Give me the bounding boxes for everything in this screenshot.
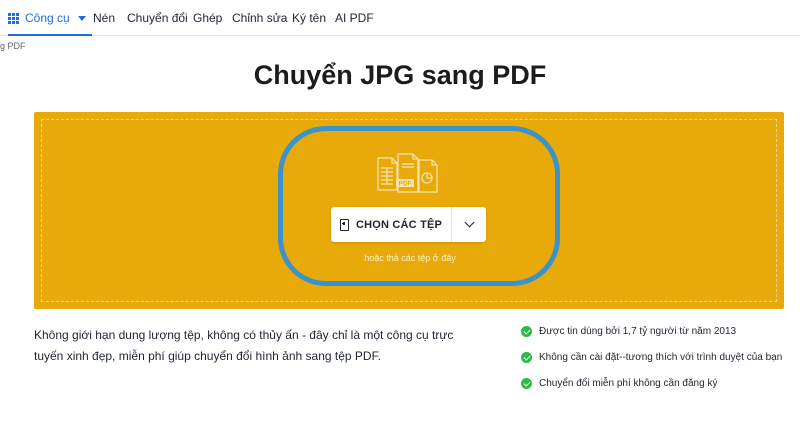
upload-source-dropdown-button[interactable] [452,207,486,242]
nav-item-compress[interactable]: Nén [93,0,115,36]
feature-item-no-install: Không cần cài đặt--tương thích với trình… [521,352,782,363]
caret-down-icon [77,15,86,21]
page-title: Chuyển JPG sang PDF [253,60,547,90]
tool-description: Không giới hạn dung lượng tệp, không có … [34,328,454,363]
choose-files-button[interactable]: CHỌN CÁC TỆP [331,207,451,242]
nav-item-convert[interactable]: Chuyển đổi [127,0,188,36]
drop-hint-text: hoặc thả các tệp ở đây [364,253,456,263]
add-file-icon [339,218,349,231]
feature-label: Không cần cài đặt--tương thích với trình… [539,352,783,363]
chevron-down-icon [464,217,474,228]
check-circle-icon [521,378,532,389]
tools-menu-label: Công cụ [25,11,70,25]
feature-item-free: Chuyển đổi miễn phí không cần đăng ký [521,378,717,389]
feature-label: Chuyển đổi miễn phí không cần đăng ký [539,378,718,389]
apps-grid-icon [8,12,19,24]
tools-menu-button[interactable]: Công cụ [8,0,92,36]
pdf-badge-text: PDF [399,181,412,188]
breadcrumb[interactable]: g PDF [0,41,26,51]
choose-files-group: CHỌN CÁC TỆP [331,207,486,242]
active-tab-indicator [8,34,92,36]
check-circle-icon [521,352,532,363]
nav-item-edit[interactable]: Chỉnh sửa [232,0,287,36]
check-circle-icon [521,326,532,337]
nav-item-ai-pdf[interactable]: AI PDF [335,0,374,36]
top-navigation-bar: Công cụ Nén Chuyển đổi Ghép Chỉnh sửa Ký… [0,0,800,36]
nav-item-sign[interactable]: Ký tên [292,0,326,36]
feature-label: Được tin dùng bởi 1,7 tỷ người từ năm 20… [539,326,737,337]
nav-item-merge[interactable]: Ghép [193,0,222,36]
choose-files-label: CHỌN CÁC TỆP [355,218,443,231]
feature-item-trusted: Được tin dùng bởi 1,7 tỷ người từ năm 20… [521,326,736,337]
files-to-pdf-icon: PDF [377,153,438,193]
